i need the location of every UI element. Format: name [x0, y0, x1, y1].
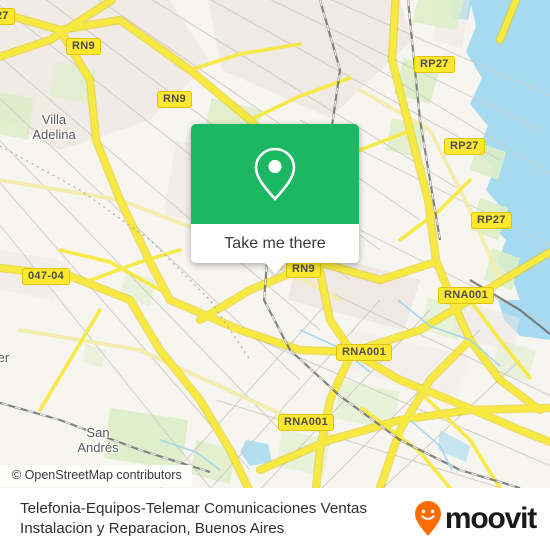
moovit-wordmark: moovit — [444, 502, 537, 535]
map-attribution[interactable]: © OpenStreetMap contributors — [0, 465, 192, 487]
map-canvas[interactable]: Villa Adelina ter San Andrés RN9 RN9 RP2… — [0, 0, 550, 488]
road-shield-rna001-3: RNA001 — [278, 414, 334, 431]
road-shield-rna001-1: RNA001 — [438, 287, 494, 304]
road-shield-rn9-1: RN9 — [66, 38, 101, 55]
map-page: Villa Adelina ter San Andrés RN9 RN9 RP2… — [0, 0, 550, 550]
map-pin-icon — [254, 147, 296, 202]
popup-image-placeholder — [191, 124, 359, 224]
road-shield-partial-left: RP27 — [0, 8, 15, 25]
popup-pointer — [264, 262, 286, 274]
take-me-there-label: Take me there — [224, 234, 326, 252]
road-shield-047-04: 047-04 — [22, 268, 71, 285]
road-shield-rn9-3: RN9 — [286, 261, 321, 278]
page-title: Telefonia-Equipos-Telemar Comunicaciones… — [20, 500, 367, 537]
attribution-text: © OpenStreetMap contributors — [12, 468, 182, 482]
road-shield-rp27-2: RP27 — [444, 138, 485, 155]
take-me-there-button[interactable]: Take me there — [191, 224, 359, 274]
place-preview-popup[interactable]: Take me there — [191, 124, 359, 274]
road-shield-rp27-1: RP27 — [414, 56, 455, 73]
moovit-logo[interactable]: moovit — [413, 500, 537, 538]
road-shield-rna001-2: RNA001 — [336, 344, 392, 361]
page-footer: Telefonia-Equipos-Telemar Comunicaciones… — [0, 488, 550, 550]
moovit-smiley-pin-icon — [414, 501, 441, 536]
road-shield-rn9-2: RN9 — [157, 91, 192, 108]
road-shield-rp27-3: RP27 — [471, 212, 512, 229]
